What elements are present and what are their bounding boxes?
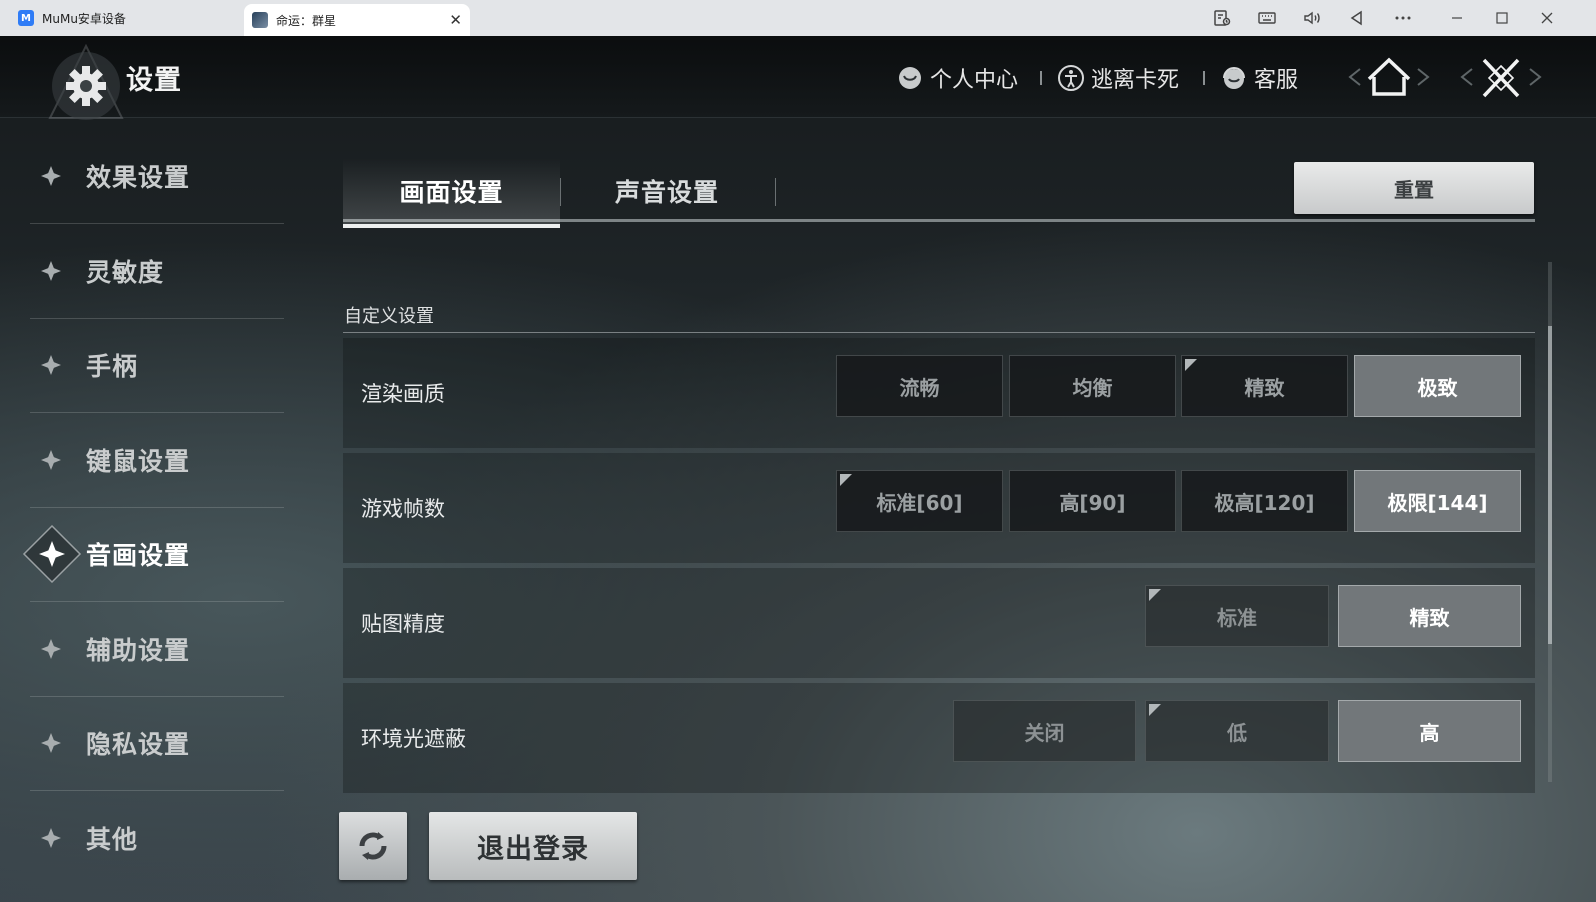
option-fps-60[interactable]: 标准[60]	[836, 470, 1003, 532]
setting-label: 渲染画质	[361, 382, 445, 406]
diamond-icon	[41, 449, 61, 470]
refresh-button[interactable]	[339, 812, 407, 880]
sidebar-item-label: 辅助设置	[86, 635, 191, 665]
sidebar-item-label: 隐私设置	[86, 729, 191, 759]
escape-stuck-link[interactable]: 逃离卡死	[1057, 62, 1179, 94]
profile-label: 个人中心	[930, 68, 1019, 93]
maximize-icon[interactable]	[1486, 0, 1518, 36]
game-viewport: 设置 个人中心 逃离卡死 客服 效果设置 灵敏度 手柄 键鼠设置 音画设置 辅助…	[0, 36, 1596, 902]
tab-display-settings[interactable]: 画面设置	[343, 158, 560, 228]
diamond-icon	[41, 638, 61, 659]
option-fps-120[interactable]: 极高[120]	[1181, 470, 1348, 532]
option-fps-144[interactable]: 极限[144]	[1354, 470, 1521, 532]
tab-label: 声音设置	[614, 178, 719, 207]
close-x-icon[interactable]	[1454, 44, 1548, 110]
setting-row-render-quality: 渲染画质 流畅 均衡 精致 极致	[343, 338, 1535, 448]
option-refined[interactable]: 精致	[1181, 355, 1348, 417]
scrollbar-thumb[interactable]	[1548, 326, 1552, 644]
tab-divider	[775, 178, 776, 206]
page-title: 设置	[126, 65, 182, 96]
escape-icon	[1058, 65, 1084, 91]
diamond-icon	[41, 828, 61, 848]
tab-divider	[560, 178, 561, 206]
sidebar-item-label: 灵敏度	[86, 257, 165, 287]
home-icon[interactable]	[1342, 44, 1436, 110]
sidebar-item-label: 键鼠设置	[86, 446, 191, 476]
setting-row-texture-precision: 贴图精度 标准 精致	[343, 568, 1535, 678]
option-smooth[interactable]: 流畅	[836, 355, 1003, 417]
customer-service-link[interactable]: 客服	[1220, 62, 1298, 94]
sidebar-item-label: 音画设置	[86, 540, 191, 570]
section-label: 自定义设置	[344, 306, 434, 327]
diamond-icon	[41, 165, 61, 186]
profile-link[interactable]: 个人中心	[896, 62, 1018, 94]
keyboard-icon[interactable]	[1251, 0, 1283, 36]
bookmark-icon[interactable]	[1206, 0, 1238, 36]
close-icon[interactable]	[1531, 0, 1563, 36]
sidebar-item-keyboard-mouse[interactable]: 键鼠设置	[30, 412, 284, 508]
gear-icon	[48, 44, 124, 120]
sidebar-item-sensitivity[interactable]: 灵敏度	[30, 223, 284, 319]
option-fps-90[interactable]: 高[90]	[1009, 470, 1176, 532]
sidebar-item-label: 手柄	[86, 351, 139, 381]
reset-button[interactable]: 重置	[1294, 162, 1534, 214]
sidebar-item-privacy[interactable]: 隐私设置	[30, 695, 284, 791]
sidebar-item-label: 其他	[86, 825, 139, 854]
settings-header: 设置 个人中心 逃离卡死 客服	[0, 36, 1596, 120]
header-divider	[1040, 71, 1042, 85]
tab-sound-settings[interactable]: 声音设置	[560, 158, 774, 224]
support-label: 客服	[1254, 68, 1299, 93]
option-extreme[interactable]: 极致	[1354, 355, 1521, 417]
volume-icon[interactable]	[1296, 0, 1328, 36]
sidebar-item-label: 效果设置	[86, 162, 191, 192]
logout-button[interactable]: 退出登录	[429, 812, 637, 880]
option-high[interactable]: 高	[1338, 700, 1521, 762]
option-low[interactable]: 低	[1145, 700, 1329, 762]
option-off[interactable]: 关闭	[953, 700, 1136, 762]
section-divider	[343, 332, 1535, 333]
setting-label: 游戏帧数	[361, 497, 445, 521]
sidebar-item-gamepad[interactable]: 手柄	[30, 317, 284, 413]
minimize-icon[interactable]	[1441, 0, 1473, 36]
diamond-icon	[41, 354, 61, 375]
setting-label: 贴图精度	[361, 612, 445, 636]
window-titlebar: M MuMu安卓设备 命运：群星 ✕	[0, 0, 1596, 36]
setting-row-ambient-occlusion: 环境光遮蔽 关闭 低 高	[343, 683, 1535, 793]
option-standard[interactable]: 标准	[1145, 585, 1329, 647]
setting-row-frame-rate: 游戏帧数 标准[60] 高[90] 极高[120] 极限[144]	[343, 453, 1535, 563]
profile-icon	[899, 67, 921, 89]
refresh-icon	[359, 832, 387, 860]
game-logo-icon	[252, 12, 268, 28]
option-balanced[interactable]: 均衡	[1009, 355, 1176, 417]
sidebar-item-effects[interactable]: 效果设置	[30, 128, 284, 224]
tab-close-icon[interactable]: ✕	[449, 11, 462, 29]
diamond-active-icon	[22, 524, 82, 583]
option-refined[interactable]: 精致	[1338, 585, 1521, 647]
more-icon[interactable]	[1387, 0, 1419, 36]
sidebar-item-audio-video[interactable]: 音画设置	[22, 506, 284, 602]
tab-label: MuMu安卓设备	[42, 11, 126, 26]
back-triangle-icon[interactable]	[1341, 0, 1373, 36]
escape-label: 逃离卡死	[1091, 68, 1180, 93]
setting-label: 环境光遮蔽	[361, 727, 466, 751]
diamond-icon	[41, 732, 61, 753]
support-icon	[1223, 67, 1245, 89]
diamond-icon	[41, 260, 61, 281]
sidebar-item-other[interactable]: 其他	[30, 790, 284, 886]
tab-mumu-device[interactable]: M MuMu安卓设备	[0, 0, 244, 36]
sidebar-item-assist[interactable]: 辅助设置	[30, 601, 284, 697]
tab-game[interactable]: 命运：群星 ✕	[244, 4, 470, 36]
tab-label: 命运：群星	[276, 13, 337, 28]
mumu-logo-icon: M	[18, 10, 34, 26]
header-divider	[1203, 71, 1205, 85]
tab-label: 画面设置	[399, 178, 504, 207]
